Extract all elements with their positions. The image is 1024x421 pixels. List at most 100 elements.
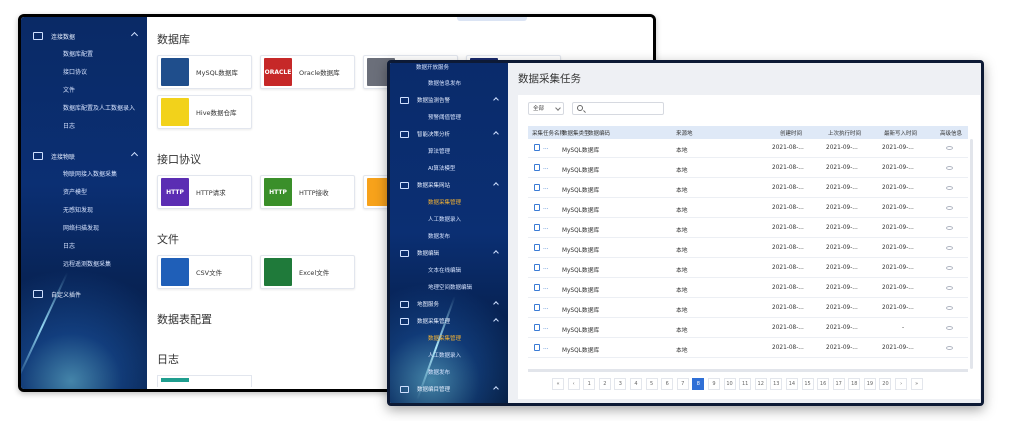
sidebar-item[interactable]: 日志 <box>63 241 75 250</box>
column-header[interactable]: 数据集类型 <box>562 129 590 137</box>
sidebar-item-active[interactable]: 数据采集管理 <box>428 198 461 206</box>
sidebar-group-1[interactable]: 连接物联 <box>21 149 147 163</box>
sidebar-item[interactable]: 数据库配置 <box>63 49 93 58</box>
page-button[interactable]: 6 <box>661 378 674 390</box>
sidebar-item[interactable]: 数据库配置及人工数据录入 <box>63 103 135 112</box>
page-button[interactable]: 12 <box>754 378 767 390</box>
eye-icon[interactable] <box>946 206 953 210</box>
eye-icon[interactable] <box>946 186 953 190</box>
eye-icon[interactable] <box>946 146 953 150</box>
page-button[interactable]: 7 <box>676 378 689 390</box>
page-button-active[interactable]: 8 <box>692 378 705 390</box>
eye-icon[interactable] <box>946 326 953 330</box>
page-button[interactable]: 4 <box>629 378 642 390</box>
cell-created: 2021-08-... <box>772 185 804 191</box>
sidebar-item[interactable]: 文件 <box>63 85 75 94</box>
sidebar-item[interactable]: 预警阈值管理 <box>428 113 461 121</box>
table-row[interactable]: ... MySQL数据库 本地 2021-08-... 2021-09-... 2021-… <box>528 239 968 258</box>
page-button[interactable]: 5 <box>645 378 658 390</box>
sidebar-item[interactable]: 网络扫描发现 <box>63 223 99 232</box>
page-button[interactable]: 10 <box>723 378 736 390</box>
page-button[interactable]: 1 <box>583 378 596 390</box>
page-button[interactable]: 20 <box>879 378 892 390</box>
table-row[interactable]: ... MySQL数据库 本地 2021-08-... 2021-09-... 2021-… <box>528 199 968 218</box>
table-row[interactable]: ... MySQL数据库 本地 2021-08-... 2021-09-... - <box>528 319 968 338</box>
page-button[interactable]: 18 <box>848 378 861 390</box>
filter-select[interactable]: 全部 <box>528 102 564 115</box>
column-header[interactable]: 上次执行时间 <box>828 129 861 137</box>
sidebar-item-active[interactable]: 数据采集管理 <box>428 334 461 342</box>
eye-icon[interactable] <box>946 306 953 310</box>
sidebar-item[interactable]: 人工数据录入 <box>428 351 461 359</box>
page-button[interactable]: 17 <box>832 378 845 390</box>
sidebar-item[interactable]: 无感知发现 <box>63 205 93 214</box>
search-input[interactable] <box>572 102 664 115</box>
column-header[interactable]: 采集任务名称 <box>532 129 565 137</box>
connector-card[interactable]: HTTP HTTP请求 <box>157 175 252 209</box>
table-row[interactable]: ... MySQL数据库 本地 2021-08-... 2021-09-... 2021-… <box>528 159 968 178</box>
page-button[interactable]: 2 <box>598 378 611 390</box>
connector-card[interactable]: Hive数据仓库 <box>157 95 252 129</box>
sidebar-group-2[interactable]: 自定义插件 <box>21 287 147 301</box>
page-button[interactable]: 15 <box>801 378 814 390</box>
page-button[interactable]: » <box>910 378 923 390</box>
page-button[interactable]: 11 <box>739 378 752 390</box>
connector-card[interactable]: HTTP HTTP接收 <box>260 175 355 209</box>
eye-icon[interactable] <box>946 266 953 270</box>
sidebar-group[interactable]: 数据采集管理 <box>390 315 508 327</box>
sidebar-item[interactable]: 人工数据录入 <box>428 215 461 223</box>
sidebar-item[interactable]: 资产模型 <box>63 187 87 196</box>
eye-icon[interactable] <box>946 346 953 350</box>
sidebar-item[interactable]: 物联网接入数据采集 <box>63 169 117 178</box>
table-row[interactable]: ... MySQL数据库 本地 2021-08-... 2021-09-... 2021-… <box>528 299 968 318</box>
sidebar-group[interactable]: 数据监测告警 <box>390 94 508 106</box>
sidebar-item[interactable]: 接口协议 <box>63 67 87 76</box>
column-header[interactable]: 高级信息 <box>940 129 962 137</box>
column-header[interactable]: 来源地 <box>676 129 693 137</box>
page-button[interactable]: 16 <box>817 378 830 390</box>
page-button[interactable]: 9 <box>707 378 720 390</box>
sidebar-item[interactable]: 远程遥测数据采集 <box>63 259 111 268</box>
page-button[interactable]: › <box>895 378 908 390</box>
sidebar-item[interactable]: 地理空间数据编辑 <box>428 283 472 291</box>
page-button[interactable]: 14 <box>785 378 798 390</box>
sidebar-group[interactable]: 数据编辑 <box>390 247 508 259</box>
sidebar-item[interactable]: 日志 <box>63 121 75 130</box>
page-button[interactable]: ‹ <box>567 378 580 390</box>
eye-icon[interactable] <box>946 286 953 290</box>
eye-icon[interactable] <box>946 166 953 170</box>
column-header[interactable]: 最新写入时间 <box>884 129 917 137</box>
sidebar-item[interactable]: 数据发布 <box>428 232 450 240</box>
sidebar-group[interactable]: 智能决策分析 <box>390 128 508 140</box>
table-row[interactable]: ... MySQL数据库 本地 2021-08-... 2021-09-... 2021-… <box>528 179 968 198</box>
sidebar-item[interactable]: 算法管理 <box>428 147 450 155</box>
connector-card[interactable]: ORACLE Oracle数据库 <box>260 55 355 89</box>
table-row[interactable]: ... MySQL数据库 本地 2021-08-... 2021-09-... 2021-… <box>528 259 968 278</box>
sidebar-item[interactable]: 数据发布 <box>428 368 450 376</box>
page-button[interactable]: 13 <box>770 378 783 390</box>
table-row[interactable]: ... MySQL数据库 本地 2021-08-... 2021-09-... 2021-… <box>528 339 968 358</box>
column-header[interactable]: 数据编码 <box>588 129 610 137</box>
vertical-scrollbar[interactable] <box>970 139 973 369</box>
table-row[interactable]: ... MySQL数据库 本地 2021-08-... 2021-09-... 2021-… <box>528 219 968 238</box>
horizontal-scrollbar[interactable] <box>528 369 968 372</box>
sidebar-item[interactable]: AI算法模型 <box>428 164 455 172</box>
sidebar-group[interactable]: 数据编目管理 <box>390 383 508 395</box>
sidebar-group[interactable]: 地图服务 <box>390 298 508 310</box>
sidebar-item[interactable]: 文本在线编辑 <box>428 266 461 274</box>
table-row[interactable]: ... MySQL数据库 本地 2021-08-... 2021-09-... 2021-… <box>528 139 968 158</box>
connector-card[interactable]: CSV文件 <box>157 255 252 289</box>
eye-icon[interactable] <box>946 226 953 230</box>
task-file-icon <box>534 144 540 151</box>
connector-card[interactable]: Excel文件 <box>260 255 355 289</box>
sidebar-group[interactable]: 数据采集网站 <box>390 179 508 191</box>
page-button[interactable]: 3 <box>614 378 627 390</box>
eye-icon[interactable] <box>946 246 953 250</box>
sidebar-item[interactable]: 数据信息发布 <box>428 79 461 87</box>
sidebar-group-0[interactable]: 连接数据 <box>21 29 147 43</box>
page-button[interactable]: 19 <box>863 378 876 390</box>
table-row[interactable]: ... MySQL数据库 本地 2021-08-... 2021-09-... 2021-… <box>528 279 968 298</box>
column-header[interactable]: 创建时间 <box>780 129 802 137</box>
page-button[interactable]: « <box>552 378 564 390</box>
connector-card[interactable]: MySQL数据库 <box>157 55 252 89</box>
